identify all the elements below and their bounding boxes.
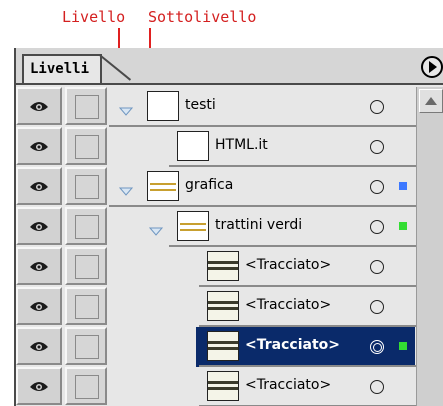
layer-row[interactable]: <Tracciato> [16,247,443,287]
layer-thumbnail [177,131,209,161]
layer-thumbnail [207,371,239,401]
layer-row[interactable]: testi [16,87,443,127]
selection-color-swatch [399,342,407,350]
eye-icon [30,302,48,311]
eye-icon [30,342,48,351]
visibility-toggle[interactable] [16,247,62,285]
eye-icon [30,142,48,151]
lock-toggle[interactable] [65,127,107,165]
layer-name[interactable]: testi [185,97,216,113]
visibility-toggle[interactable] [16,367,62,405]
eye-icon [30,182,48,191]
layer-row[interactable]: <Tracciato> [16,327,443,367]
layer-name[interactable]: <Tracciato> [245,257,331,273]
tab-livelli[interactable]: Livelli [22,54,102,85]
tab-divider [16,83,443,85]
layer-name[interactable]: trattini verdi [215,217,302,233]
disclosure-triangle-icon[interactable] [148,221,164,236]
target-circle-icon[interactable] [370,300,384,314]
eye-icon [30,382,48,391]
annotation-livello: Livello [62,8,126,26]
visibility-toggle[interactable] [16,87,62,125]
selection-color-swatch [399,222,407,230]
layer-thumbnail [147,171,179,201]
target-circle-icon[interactable] [370,380,384,394]
layer-thumbnail [207,291,239,321]
scrollbar[interactable] [416,87,443,406]
layer-row[interactable]: <Tracciato> [16,367,443,406]
panel-menu-icon[interactable] [421,56,443,78]
layer-row[interactable]: <Tracciato> [16,287,443,327]
layer-thumbnail [177,211,209,241]
lock-toggle[interactable] [65,207,107,245]
layers-panel: Livelli testi HTML.it grafica trattini verd… [14,48,443,406]
target-circle-icon[interactable] [370,260,384,274]
target-circle-icon[interactable] [370,180,384,194]
lock-toggle[interactable] [65,247,107,285]
layer-name[interactable]: <Tracciato> [245,297,331,313]
annotation-sottolivello: Sottolivello [148,8,257,26]
layer-row[interactable]: HTML.it [16,127,443,167]
lock-toggle[interactable] [65,87,107,125]
visibility-toggle[interactable] [16,287,62,325]
layer-name[interactable]: grafica [185,177,233,193]
target-circle-icon[interactable] [370,220,384,234]
visibility-toggle[interactable] [16,207,62,245]
layer-row[interactable]: grafica [16,167,443,207]
layer-name[interactable]: <Tracciato> [245,377,331,393]
visibility-toggle[interactable] [16,167,62,205]
layer-name[interactable]: <Tracciato> [245,337,340,353]
disclosure-triangle-icon[interactable] [118,181,134,196]
layer-row[interactable]: trattini verdi [16,207,443,247]
target-circle-icon[interactable] [370,340,384,354]
lock-toggle[interactable] [65,327,107,365]
layer-thumbnail [207,331,239,361]
target-circle-icon[interactable] [370,100,384,114]
target-circle-icon[interactable] [370,140,384,154]
eye-icon [30,262,48,271]
selection-color-swatch [399,182,407,190]
panel-tab-bar: Livelli [16,48,443,85]
layer-thumbnail [207,251,239,281]
visibility-toggle[interactable] [16,127,62,165]
layer-thumbnail [147,91,179,121]
disclosure-triangle-icon[interactable] [118,101,134,116]
visibility-toggle[interactable] [16,327,62,365]
layer-name[interactable]: HTML.it [215,137,268,153]
tab-edge [98,54,132,81]
eye-icon [30,222,48,231]
lock-toggle[interactable] [65,167,107,205]
scroll-up-arrow-icon[interactable] [419,89,443,113]
lock-toggle[interactable] [65,367,107,405]
eye-icon [30,102,48,111]
lock-toggle[interactable] [65,287,107,325]
